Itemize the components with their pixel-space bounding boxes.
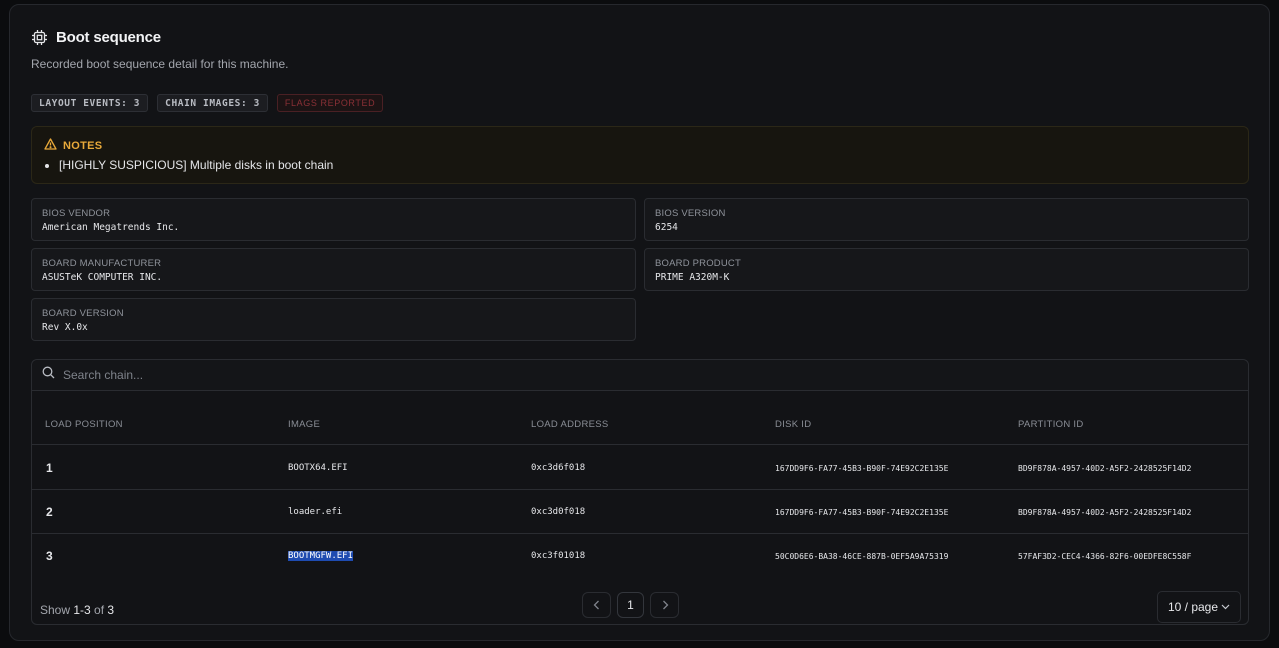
cell-image: BOOTX64.EFI	[288, 463, 348, 473]
boot-chain-table: LOAD POSITION IMAGE LOAD ADDRESS DISK ID…	[31, 359, 1249, 625]
info-label: BIOS VENDOR	[42, 208, 111, 219]
show-range: 1-3	[73, 603, 91, 617]
notes-title: NOTES	[63, 140, 103, 152]
layout-events-badge: LAYOUT EVENTS: 3	[31, 94, 149, 112]
cell-partition-id: BD9F878A-4957-40D2-A5F2-2428525F14D2	[1018, 464, 1192, 473]
chevron-down-icon	[1221, 604, 1230, 610]
cell-disk-id: 167DD9F6-FA77-45B3-B90F-74E92C2E135E	[775, 464, 949, 473]
notes-callout: NOTES [HIGHLY SUSPICIOUS] Multiple disks…	[31, 126, 1249, 184]
cell-load-address: 0xc3d6f018	[531, 463, 586, 473]
table-header: LOAD POSITION IMAGE LOAD ADDRESS DISK ID…	[32, 391, 1248, 445]
column-header-image[interactable]: IMAGE	[288, 419, 320, 430]
column-header-partition-id[interactable]: PARTITION ID	[1018, 419, 1084, 430]
info-value: Rev X.0x	[42, 322, 88, 333]
chevron-left-icon	[593, 600, 599, 610]
show-prefix: Show	[40, 603, 74, 617]
prev-page-button[interactable]	[582, 592, 611, 618]
info-label: BOARD PRODUCT	[655, 258, 741, 269]
pagination-summary: Show 1-3 of 3	[40, 603, 114, 617]
chevron-right-icon	[662, 600, 668, 610]
page-1-button[interactable]: 1	[617, 592, 644, 618]
cpu-chip-icon	[31, 29, 48, 46]
chain-images-badge: CHAIN IMAGES: 3	[157, 94, 268, 112]
warning-triangle-icon	[44, 137, 57, 155]
info-label: BIOS VERSION	[655, 208, 726, 219]
cell-partition-id: 57FAF3D2-CEC4-4366-82F6-00EDFE8C558F	[1018, 552, 1192, 561]
bios-version-card: BIOS VERSION 6254	[644, 198, 1249, 241]
page-size-select[interactable]: 10 / page	[1157, 591, 1241, 623]
info-value: 6254	[655, 222, 678, 233]
info-label: BOARD VERSION	[42, 308, 124, 319]
board-product-card: BOARD PRODUCT PRIME A320M-K	[644, 248, 1249, 291]
cell-load-position: 1	[46, 461, 53, 475]
badge-row: LAYOUT EVENTS: 3 CHAIN IMAGES: 3 FLAGS R…	[31, 94, 384, 112]
search-bar	[32, 360, 1248, 391]
column-header-load-address[interactable]: LOAD ADDRESS	[531, 419, 609, 430]
info-value: ASUSTeK COMPUTER INC.	[42, 272, 163, 283]
page-title: Boot sequence	[56, 29, 161, 46]
board-version-card: BOARD VERSION Rev X.0x	[31, 298, 636, 341]
cell-image: BOOTMGFW.EFI	[288, 551, 354, 561]
table-row[interactable]: 2 loader.efi 0xc3d0f018 167DD9F6-FA77-45…	[32, 490, 1248, 534]
page-subtitle: Recorded boot sequence detail for this m…	[31, 57, 289, 71]
info-label: BOARD MANUFACTURER	[42, 258, 162, 269]
notes-list: [HIGHLY SUSPICIOUS] Multiple disks in bo…	[59, 158, 333, 172]
boot-sequence-panel: Boot sequence Recorded boot sequence det…	[9, 4, 1270, 641]
flags-reported-badge: FLAGS REPORTED	[276, 94, 384, 112]
info-value: PRIME A320M-K	[655, 272, 730, 283]
show-total: 3	[107, 603, 115, 617]
cell-disk-id: 167DD9F6-FA77-45B3-B90F-74E92C2E135E	[775, 508, 949, 517]
info-value: American Megatrends Inc.	[42, 222, 180, 233]
cell-disk-id: 50C0D6E6-BA38-46CE-887B-0EF5A9A75319	[775, 552, 949, 561]
search-input[interactable]	[63, 368, 663, 382]
next-page-button[interactable]	[650, 592, 679, 618]
cell-load-address: 0xc3d0f018	[531, 507, 586, 517]
column-header-disk-id[interactable]: DISK ID	[775, 419, 811, 430]
cell-partition-id: BD9F878A-4957-40D2-A5F2-2428525F14D2	[1018, 508, 1192, 517]
bios-vendor-card: BIOS VENDOR American Megatrends Inc.	[31, 198, 636, 241]
show-of: of	[90, 603, 108, 617]
board-manufacturer-card: BOARD MANUFACTURER ASUSTeK COMPUTER INC.	[31, 248, 636, 291]
panel-header: Boot sequence	[31, 29, 161, 46]
table-row[interactable]: 3 BOOTMGFW.EFI 0xc3f01018 50C0D6E6-BA38-…	[32, 534, 1248, 578]
column-header-load-position[interactable]: LOAD POSITION	[45, 419, 123, 430]
table-row[interactable]: 1 BOOTX64.EFI 0xc3d6f018 167DD9F6-FA77-4…	[32, 446, 1248, 490]
cell-load-position: 2	[46, 505, 53, 519]
cell-image: loader.efi	[288, 507, 343, 517]
cell-load-position: 3	[46, 549, 53, 563]
note-item: [HIGHLY SUSPICIOUS] Multiple disks in bo…	[59, 158, 333, 172]
cell-load-address: 0xc3f01018	[531, 551, 586, 561]
search-icon	[42, 366, 55, 384]
page-size-value: 10 / page	[1167, 600, 1219, 614]
pagination: 1	[582, 592, 679, 618]
